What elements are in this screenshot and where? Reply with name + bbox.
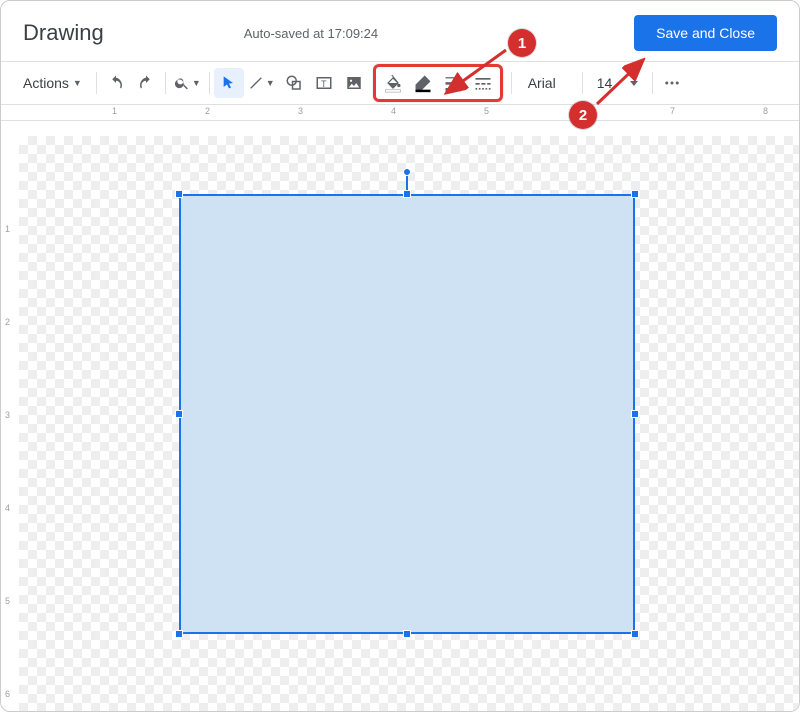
shape-tool[interactable] bbox=[279, 68, 309, 98]
fill-color-icon bbox=[383, 73, 403, 93]
border-color-button[interactable] bbox=[408, 68, 438, 98]
undo-button[interactable] bbox=[101, 68, 131, 98]
ruler-tick: 4 bbox=[391, 106, 396, 116]
zoom-menu[interactable]: ▼ bbox=[170, 68, 205, 98]
resize-handle-n[interactable] bbox=[403, 190, 411, 198]
cursor-icon bbox=[221, 75, 237, 91]
ruler-tick: 3 bbox=[5, 410, 10, 420]
resize-handle-w[interactable] bbox=[175, 410, 183, 418]
fill-color-button[interactable] bbox=[378, 68, 408, 98]
drawing-canvas[interactable] bbox=[19, 136, 799, 711]
textbox-tool[interactable]: T bbox=[309, 68, 339, 98]
caret-icon: ▼ bbox=[192, 78, 201, 88]
more-horizontal-icon bbox=[663, 74, 681, 92]
resize-handle-s[interactable] bbox=[403, 630, 411, 638]
ruler-tick: 5 bbox=[484, 106, 489, 116]
font-family-selector[interactable]: Arial bbox=[516, 75, 578, 91]
caret-icon: ▼ bbox=[73, 78, 82, 88]
resize-handle-se[interactable] bbox=[631, 630, 639, 638]
ruler-tick: 8 bbox=[763, 106, 768, 116]
resize-handle-nw[interactable] bbox=[175, 190, 183, 198]
annotation-arrow-1 bbox=[441, 46, 511, 101]
ruler-tick: 1 bbox=[112, 106, 117, 116]
actions-label: Actions bbox=[23, 75, 69, 91]
undo-icon bbox=[107, 74, 125, 92]
caret-icon: ▼ bbox=[266, 78, 275, 88]
resize-handle-sw[interactable] bbox=[175, 630, 183, 638]
ruler-tick: 7 bbox=[670, 106, 675, 116]
image-icon bbox=[345, 74, 363, 92]
ruler-tick: 3 bbox=[298, 106, 303, 116]
rotation-handle[interactable] bbox=[403, 168, 411, 176]
toolbar-separator bbox=[96, 72, 97, 94]
toolbar-separator bbox=[209, 72, 210, 94]
more-options-button[interactable] bbox=[657, 68, 687, 98]
resize-handle-e[interactable] bbox=[631, 410, 639, 418]
redo-icon bbox=[137, 74, 155, 92]
ruler-tick: 2 bbox=[5, 317, 10, 327]
ruler-tick: 4 bbox=[5, 503, 10, 513]
save-and-close-button[interactable]: Save and Close bbox=[634, 15, 777, 51]
textbox-icon: T bbox=[315, 74, 333, 92]
selected-rectangle-shape[interactable] bbox=[179, 194, 635, 634]
annotation-arrow-2 bbox=[593, 56, 653, 111]
image-tool[interactable] bbox=[339, 68, 369, 98]
dialog-header: Drawing Auto-saved at 17:09:24 Save and … bbox=[1, 1, 799, 61]
ruler-tick: 6 bbox=[5, 689, 10, 699]
border-color-icon bbox=[413, 73, 433, 93]
vertical-ruler: 1 2 3 4 5 6 bbox=[1, 136, 19, 711]
svg-text:T: T bbox=[321, 79, 327, 89]
annotation-badge-1: 1 bbox=[508, 29, 536, 57]
toolbar-separator bbox=[582, 72, 583, 94]
toolbar: Actions ▼ ▼ ▼ T bbox=[1, 61, 799, 105]
autosave-status: Auto-saved at 17:09:24 bbox=[244, 26, 378, 41]
horizontal-ruler: 1 2 3 4 5 6 7 8 bbox=[1, 105, 799, 121]
resize-handle-ne[interactable] bbox=[631, 190, 639, 198]
toolbar-separator bbox=[165, 72, 166, 94]
ruler-tick: 5 bbox=[5, 596, 10, 606]
ruler-tick: 2 bbox=[205, 106, 210, 116]
redo-button[interactable] bbox=[131, 68, 161, 98]
zoom-icon bbox=[174, 75, 190, 91]
ruler-tick: 1 bbox=[5, 224, 10, 234]
canvas-area: 1 2 3 4 5 6 bbox=[19, 136, 799, 711]
actions-menu[interactable]: Actions ▼ bbox=[9, 75, 92, 91]
select-tool[interactable] bbox=[214, 68, 244, 98]
line-icon bbox=[248, 75, 264, 91]
line-tool[interactable]: ▼ bbox=[244, 68, 279, 98]
dialog-title: Drawing bbox=[23, 20, 104, 46]
shape-icon bbox=[285, 74, 303, 92]
